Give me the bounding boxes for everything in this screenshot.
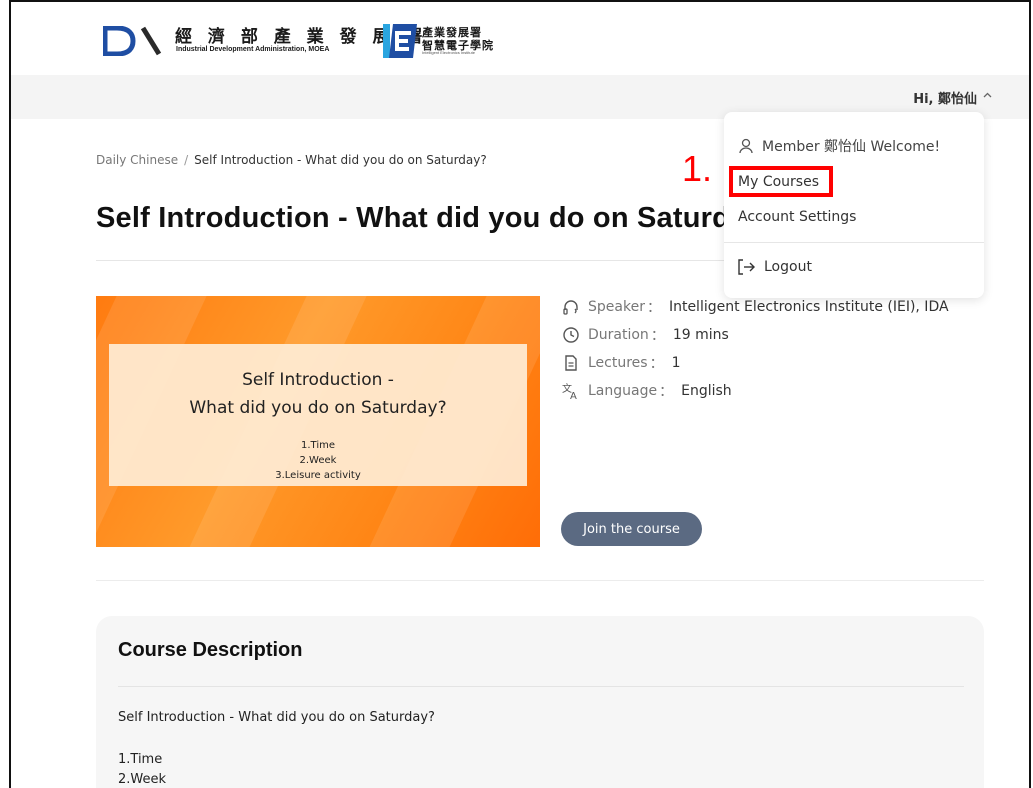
colon: ： bbox=[649, 356, 664, 372]
divider bbox=[96, 580, 984, 581]
description-line: 2.Week bbox=[118, 772, 167, 787]
course-description-card: Course Description Self Introduction - W… bbox=[96, 616, 984, 788]
thumbnail-item: 1.Time bbox=[300, 440, 335, 451]
description-line: 1.Time bbox=[118, 752, 163, 767]
thumbnail-title-line2: What did you do on Saturday? bbox=[189, 398, 447, 418]
course-description-title: Course Description bbox=[118, 639, 303, 661]
colon: ： bbox=[650, 328, 665, 344]
colon: ： bbox=[646, 300, 661, 316]
member-welcome-text: Member 鄭怡仙 Welcome! bbox=[762, 139, 941, 155]
thumbnail-item: 2.Week bbox=[299, 455, 337, 466]
thumbnail-title-line1: Self Introduction - bbox=[242, 370, 394, 390]
breadcrumb-current: Self Introduction - What did you do on S… bbox=[194, 153, 487, 167]
lectures-row: Lectures： 1 bbox=[562, 353, 681, 373]
lectures-label: Lectures bbox=[588, 355, 648, 371]
speaker-row: Speaker： Intelligent Electronics Institut… bbox=[562, 297, 949, 317]
colon: ： bbox=[659, 384, 674, 400]
thumbnail-text-card: Self Introduction - What did you do on S… bbox=[109, 344, 527, 486]
translate-icon: 文A bbox=[562, 382, 580, 400]
member-welcome: Member 鄭怡仙 Welcome! bbox=[738, 136, 998, 156]
breadcrumb-parent-link[interactable]: Daily Chinese bbox=[96, 153, 178, 167]
language-value: English bbox=[681, 383, 732, 399]
browser-frame: 經 濟 部 產 業 發 展 署 Industrial Development A… bbox=[9, 0, 1031, 788]
page-title: Self Introduction - What did you do on S… bbox=[96, 202, 736, 234]
logout-label: Logout bbox=[764, 259, 812, 275]
chevron-up-icon[interactable] bbox=[982, 90, 993, 104]
iei-logo-icon[interactable] bbox=[383, 24, 417, 58]
logout-icon bbox=[738, 259, 756, 275]
clock-icon bbox=[562, 326, 580, 344]
speaker-value: Intelligent Electronics Institute (IEI),… bbox=[668, 299, 949, 315]
logout-link[interactable]: Logout bbox=[738, 259, 998, 275]
course-thumbnail: Self Introduction - What did you do on S… bbox=[96, 296, 540, 547]
description-line: Self Introduction - What did you do on S… bbox=[118, 710, 435, 725]
language-row: 文A Language： English bbox=[562, 381, 732, 401]
moea-logo-icon[interactable] bbox=[103, 26, 163, 56]
iei-name-en: Intelligent Electronics Institute bbox=[422, 50, 475, 55]
duration-row: Duration： 19 mins bbox=[562, 325, 729, 345]
user-dropdown-menu: Member 鄭怡仙 Welcome! My Courses Account S… bbox=[724, 112, 984, 298]
site-header: 經 濟 部 產 業 發 展 署 Industrial Development A… bbox=[11, 2, 1029, 75]
annotation-highlight-box bbox=[729, 166, 833, 197]
headphones-icon bbox=[562, 298, 580, 316]
duration-value: 19 mins bbox=[672, 327, 729, 343]
user-icon bbox=[738, 138, 754, 154]
moea-name-en: Industrial Development Administration, M… bbox=[176, 46, 330, 53]
join-course-button[interactable]: Join the course bbox=[561, 512, 702, 546]
speaker-label: Speaker bbox=[588, 299, 645, 315]
dropdown-divider bbox=[724, 242, 984, 243]
svg-text:A: A bbox=[570, 391, 577, 400]
divider bbox=[118, 686, 964, 687]
breadcrumb: Daily Chinese / Self Introduction - What d… bbox=[96, 153, 487, 167]
breadcrumb-separator: / bbox=[184, 153, 189, 167]
language-label: Language bbox=[588, 383, 658, 399]
document-icon bbox=[562, 354, 580, 372]
user-greeting[interactable]: Hi, 鄭怡仙 bbox=[913, 88, 977, 107]
account-settings-link[interactable]: Account Settings bbox=[738, 209, 998, 225]
thumbnail-item: 3.Leisure activity bbox=[275, 470, 361, 481]
annotation-step-label: 1. bbox=[682, 148, 713, 189]
lectures-value: 1 bbox=[671, 355, 681, 371]
duration-label: Duration bbox=[588, 327, 649, 343]
